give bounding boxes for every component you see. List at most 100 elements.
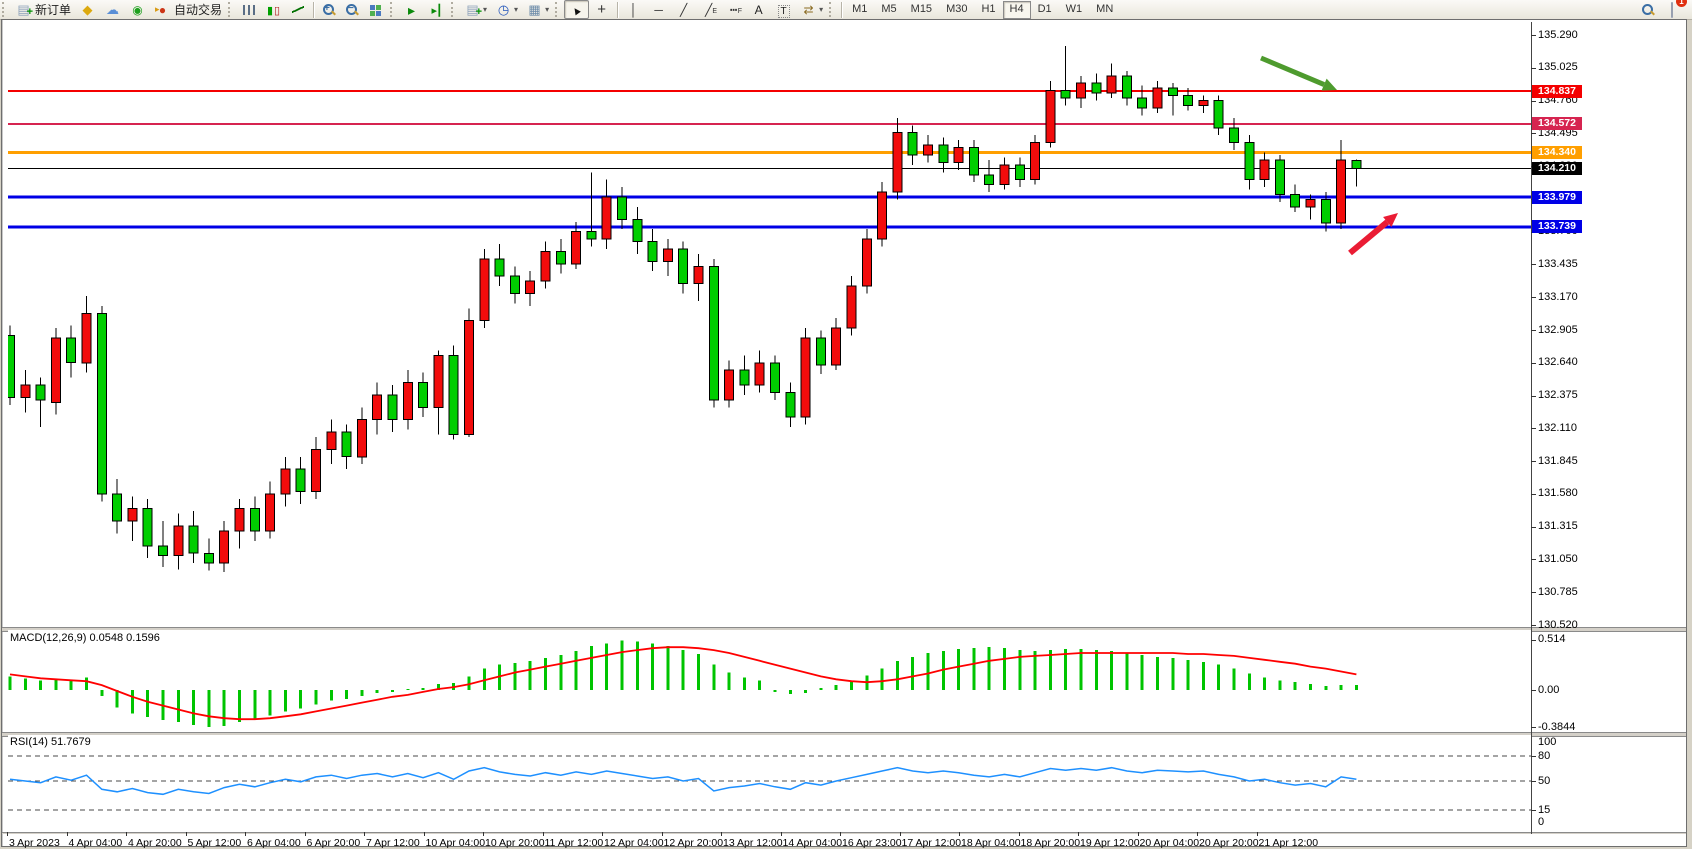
candle — [220, 531, 229, 563]
candle — [1015, 165, 1024, 180]
new-order-button[interactable]: 新订单 — [11, 0, 75, 19]
cursor-button[interactable] — [564, 0, 589, 19]
templates-button[interactable]: ▾ — [522, 0, 553, 19]
time-tick-label: 18 Apr 20:00 — [1021, 837, 1081, 849]
time-axis-separator — [2, 832, 1686, 834]
gold-button[interactable] — [75, 0, 100, 19]
fibonacci-button[interactable] — [721, 0, 746, 19]
timeframe-h1-button[interactable]: H1 — [974, 1, 1002, 19]
signals-icon — [129, 2, 146, 18]
toolbar-grip[interactable] — [555, 2, 561, 17]
time-tick-mark — [900, 832, 901, 836]
cursor-icon — [568, 2, 585, 18]
time-tick-label: 5 Apr 12:00 — [188, 837, 242, 849]
toolbar-grip[interactable] — [390, 2, 396, 17]
timeframe-m30-button[interactable]: M30 — [939, 1, 974, 19]
toolbar-grip[interactable] — [451, 2, 457, 17]
candle — [771, 363, 780, 393]
vertical-line-button[interactable] — [621, 0, 646, 19]
time-tick-label: 4 Apr 04:00 — [69, 837, 123, 849]
time-tick-label: 17 Apr 12:00 — [902, 837, 962, 849]
macd-tick-mark — [1531, 690, 1536, 691]
new-chart-button[interactable]: ▾ — [460, 0, 491, 19]
text-label-button[interactable] — [771, 0, 796, 19]
main-chart-plot[interactable] — [8, 22, 1531, 628]
arrows-button[interactable]: ▾ — [796, 0, 827, 19]
candle — [373, 395, 382, 420]
candle — [862, 239, 871, 286]
crosshair-button[interactable] — [589, 0, 614, 19]
candle — [541, 252, 550, 282]
tile-windows-button[interactable] — [363, 0, 388, 19]
downtrend-arrow[interactable] — [1261, 58, 1337, 91]
candle — [618, 197, 627, 219]
timeframe-m1-button[interactable]: M1 — [845, 1, 874, 19]
time-tick-mark — [662, 832, 663, 836]
text-button[interactable] — [746, 0, 771, 19]
toolbar-grip[interactable] — [2, 2, 8, 17]
toolbar-grip[interactable] — [829, 2, 835, 17]
bounce-arrow[interactable] — [1350, 213, 1398, 253]
chart-shift-button[interactable] — [424, 0, 449, 19]
timeframe-d1-button[interactable]: D1 — [1031, 1, 1059, 19]
line-chart-button[interactable] — [286, 0, 310, 19]
timeframe-w1-button[interactable]: W1 — [1059, 1, 1090, 19]
chevron-down-icon[interactable]: ▾ — [819, 5, 823, 14]
candle — [174, 526, 183, 556]
timeframe-m5-button[interactable]: M5 — [874, 1, 903, 19]
bar-chart-button[interactable] — [237, 0, 261, 19]
chevron-down-icon[interactable]: ▾ — [514, 5, 518, 14]
time-tick-label: 10 Apr 20:00 — [485, 837, 545, 849]
chat-button[interactable]: 1 — [1659, 0, 1684, 19]
chevron-down-icon[interactable]: ▾ — [545, 5, 549, 14]
candle — [1352, 161, 1361, 169]
zoom-in-button[interactable] — [317, 0, 340, 19]
zoom-out-button[interactable] — [340, 0, 363, 19]
price-tag-133.739: 133.739 — [1532, 220, 1582, 233]
signals-button[interactable] — [125, 0, 150, 19]
candle — [1275, 160, 1284, 195]
candle — [403, 383, 412, 420]
candlestick-chart-button[interactable] — [261, 0, 286, 19]
price-tick-label: 130.785 — [1538, 586, 1578, 598]
candle — [8, 336, 15, 398]
candle — [434, 355, 443, 407]
candle — [1337, 160, 1346, 223]
community-button[interactable] — [100, 0, 125, 19]
rsi-tick-label: 80 — [1538, 750, 1550, 762]
time-tick-label: 14 Apr 04:00 — [783, 837, 843, 849]
horizontal-line-button[interactable] — [646, 0, 671, 19]
timeframe-m15-button[interactable]: M15 — [904, 1, 939, 19]
rsi-plot[interactable] — [8, 735, 1531, 833]
price-tick-label: 132.905 — [1538, 324, 1578, 336]
chat-bubble-icon — [1671, 2, 1673, 18]
auto-scroll-button[interactable] — [399, 0, 424, 19]
time-tick-label: 4 Apr 20:00 — [128, 837, 182, 849]
search-button[interactable] — [1636, 0, 1659, 19]
time-tick-label: 3 Apr 2023 — [9, 837, 60, 849]
price-tick-mark — [1531, 35, 1536, 36]
equidistant-channel-button[interactable] — [696, 0, 721, 19]
timeframe-h4-button[interactable]: H4 — [1003, 1, 1031, 19]
autotrading-label: 自动交易 — [174, 1, 222, 18]
price-tick-mark — [1531, 68, 1536, 69]
timeframe-mn-button[interactable]: MN — [1089, 1, 1120, 19]
chevron-down-icon[interactable]: ▾ — [483, 5, 487, 14]
candle — [327, 432, 336, 449]
autotrading-button[interactable]: 自动交易 — [150, 0, 226, 19]
toolbar-grip[interactable] — [228, 2, 234, 17]
price-tag-134.210: 134.210 — [1532, 162, 1582, 175]
price-tick-label: 135.025 — [1538, 61, 1578, 73]
macd-plot[interactable] — [8, 630, 1531, 733]
candle — [1230, 128, 1239, 143]
profiles-button[interactable]: ▾ — [491, 0, 522, 19]
zoom-in-icon — [321, 2, 336, 18]
trendline-button[interactable] — [671, 0, 696, 19]
time-tick-label: 20 Apr 04:00 — [1140, 837, 1200, 849]
macd-tick-label: -0.3844 — [1538, 721, 1575, 733]
candle — [128, 509, 137, 521]
price-tick-label: 131.580 — [1538, 487, 1578, 499]
arrows-icon — [800, 2, 817, 18]
candle — [51, 338, 60, 402]
candle — [281, 469, 290, 494]
